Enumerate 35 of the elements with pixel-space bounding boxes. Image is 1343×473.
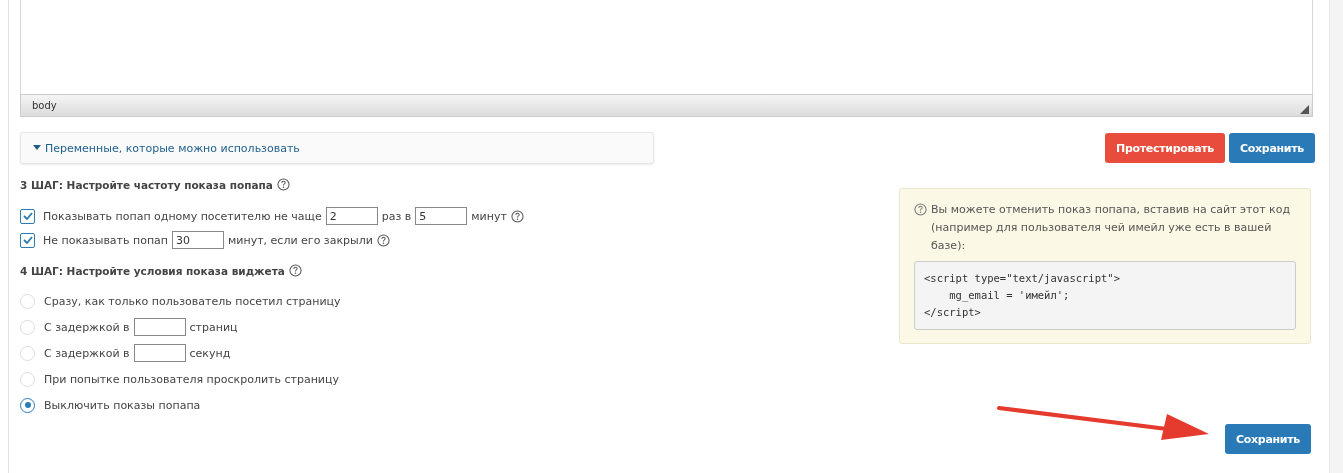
help-icon[interactable] — [276, 178, 290, 191]
option-label: Сразу, как только пользователь посетил страницу — [44, 294, 341, 308]
option-label: С задержкой в — [44, 320, 130, 334]
option-label: минут, если его закрыли — [228, 233, 373, 247]
option-label: Не показывать попап — [43, 233, 169, 247]
option-label: С задержкой в — [44, 346, 130, 360]
resize-grip-icon[interactable] — [1300, 105, 1309, 114]
help-icon — [914, 203, 927, 216]
help-icon[interactable] — [376, 233, 390, 247]
input-field[interactable]: 5 — [415, 207, 468, 225]
section-title: 3 ШАГ: Настройте частоту показа попапа — [20, 178, 273, 191]
option-label: секунд — [189, 346, 231, 360]
help-icon[interactable] — [510, 209, 524, 223]
section-title: 4 ШАГ: Настройте условия показа виджета — [20, 264, 285, 277]
option-label: Показывать попап одному посетителю не чаще — [43, 209, 322, 223]
option-label: Выключить показы попапа — [44, 398, 201, 412]
option-label: При попытке пользователя проскролить страницу — [44, 372, 339, 386]
checkbox[interactable] — [20, 208, 35, 224]
caret-icon — [33, 145, 41, 151]
input-field[interactable] — [133, 344, 186, 362]
option-label: страниц — [189, 320, 238, 334]
input-field[interactable]: 2 — [325, 207, 378, 225]
test-button[interactable]: Протестировать — [1105, 133, 1226, 163]
note-text: Вы можете отменить показ попапа, вставив на сайт этот код (например для пользователя чей имейл уже есть в вашей базе): — [931, 202, 1292, 254]
checkbox[interactable] — [20, 232, 35, 248]
save-button[interactable]: Сохранить — [1229, 133, 1315, 163]
option-label: раз в — [381, 209, 412, 223]
help-icon[interactable] — [288, 264, 302, 277]
input-field[interactable] — [133, 318, 186, 336]
variables-toggle[interactable]: Переменные, которые можно использовать — [20, 132, 654, 164]
option-label: минут — [471, 209, 507, 223]
input-field[interactable]: 30 — [172, 231, 225, 249]
save-button[interactable]: Сохранить — [1225, 424, 1311, 454]
element-path: body — [32, 100, 57, 111]
code-block: <script type="text/javascript"> mg_email = 'имейл'; </script> — [914, 261, 1296, 330]
